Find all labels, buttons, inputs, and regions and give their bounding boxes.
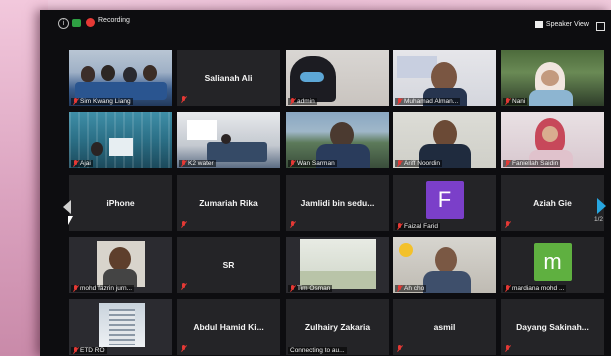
participant-tile[interactable]: Ah cho (393, 237, 496, 293)
participant-tile-active-speaker[interactable]: Ariff Noordin (393, 112, 496, 168)
participant-tile[interactable]: Abdul Hamid Ki... (177, 299, 280, 355)
mic-muted-icon (505, 98, 510, 105)
fullscreen-icon[interactable] (596, 22, 605, 31)
speaker-view-icon (534, 21, 543, 28)
mic-muted-icon (181, 345, 186, 352)
mic-muted-icon (505, 221, 510, 228)
info-icon[interactable]: i (58, 18, 69, 29)
participant-tile[interactable]: Muhamad Alman... (393, 50, 496, 106)
recording-label: Recording (98, 17, 130, 24)
meeting-topbar: i Recording Speaker View (40, 10, 611, 38)
previous-page-arrow-icon[interactable] (63, 200, 71, 214)
participant-tile[interactable]: Zumariah Rika (177, 175, 280, 231)
mic-muted-icon (290, 221, 295, 228)
participant-tile[interactable]: Dayang Sakinah... (501, 299, 604, 355)
participant-tile[interactable]: mohd fazrin jurn... (69, 237, 172, 293)
mic-muted-icon (181, 160, 186, 167)
participant-tile[interactable]: ETD RO (69, 299, 172, 355)
participant-name: Zulhairy Zakaria (304, 322, 371, 332)
participant-label: Sim Kwang Liang (71, 98, 133, 105)
participant-name: SR (222, 260, 235, 270)
participant-label: Tim Osman (288, 285, 333, 292)
participant-label: ETD RO (71, 347, 107, 354)
participant-name: Salianah Ali (204, 73, 253, 83)
mic-muted-icon (505, 345, 510, 352)
mic-muted-icon (73, 285, 78, 292)
mic-muted-icon (290, 285, 295, 292)
mic-muted-icon (505, 160, 510, 167)
participant-tile[interactable]: Tim Osman (286, 237, 389, 293)
participant-label: Ah cho (395, 285, 427, 292)
mic-muted-icon (397, 223, 402, 230)
avatar: m (533, 243, 572, 281)
participant-name: Aziah Gie (533, 198, 572, 208)
mic-muted-icon (290, 98, 295, 105)
speaker-view-button[interactable]: Speaker View (534, 21, 589, 28)
participant-label: Ajai (71, 160, 93, 167)
participant-tile[interactable]: iPhone (69, 175, 172, 231)
participant-name: Jamlidi bin sedu... (300, 198, 375, 208)
participant-label: Wan Sarman (288, 160, 337, 167)
avatar: F (425, 181, 464, 219)
participant-label: mardiana mohd ... (503, 285, 567, 292)
participant-label: mohd fazrin jurn... (71, 285, 135, 292)
mic-muted-icon (397, 98, 402, 105)
mic-muted-icon (181, 96, 186, 103)
mic-muted-icon (73, 347, 78, 354)
participant-label: Muhamad Alman... (395, 98, 461, 105)
mic-muted-icon (505, 285, 510, 292)
mic-muted-icon (397, 285, 402, 292)
participant-tile[interactable]: Faniellah Saidin (501, 112, 604, 168)
participant-tile[interactable]: Nani (501, 50, 604, 106)
participant-tile[interactable]: SR (177, 237, 280, 293)
participant-label: Faniellah Saidin (503, 160, 561, 167)
page-indicator: 1/2 (594, 216, 604, 223)
participant-label: admin (288, 98, 317, 105)
participant-tile[interactable]: K2 water (177, 112, 280, 168)
participant-tile[interactable]: Aziah Gie (501, 175, 604, 231)
participant-tile[interactable]: Jamlidi bin sedu... (286, 175, 389, 231)
mic-muted-icon (397, 345, 402, 352)
participant-name: iPhone (106, 198, 135, 208)
participant-tile[interactable]: Wan Sarman (286, 112, 389, 168)
mic-muted-icon (290, 160, 295, 167)
lock-icon[interactable] (72, 19, 81, 27)
participant-name: Dayang Sakinah... (516, 322, 589, 332)
mic-muted-icon (181, 221, 186, 228)
mic-muted-icon (73, 160, 78, 167)
speaker-view-label: Speaker View (545, 21, 589, 28)
mic-muted-icon (181, 283, 186, 290)
connecting-status: Connecting to au... (288, 347, 347, 354)
participant-tile[interactable]: F Faizal Farid (393, 175, 496, 231)
mic-muted-icon (397, 160, 402, 167)
participant-label: K2 water (179, 160, 216, 167)
participant-tile[interactable]: admin (286, 50, 389, 106)
participant-tile[interactable]: Sim Kwang Liang (69, 50, 172, 106)
participant-label: Nani (503, 98, 528, 105)
participant-tile[interactable]: Zulhairy Zakaria Connecting to au... (286, 299, 389, 355)
participant-label: Faizal Farid (395, 223, 440, 230)
participant-tile[interactable]: Ajai (69, 112, 172, 168)
participant-tile[interactable]: m mardiana mohd ... (501, 237, 604, 293)
participant-name: Abdul Hamid Ki... (193, 322, 264, 332)
raise-hand-icon (399, 243, 413, 257)
mic-muted-icon (73, 98, 78, 105)
zoom-window: i Recording Speaker View Sim Kwang Liang… (40, 10, 611, 356)
participant-name: asmil (433, 322, 456, 332)
recording-icon (86, 18, 95, 27)
mouse-cursor-icon (68, 216, 73, 225)
participant-tile[interactable]: Salianah Ali (177, 50, 280, 106)
participant-name: Zumariah Rika (199, 198, 258, 208)
next-page-arrow-icon[interactable] (597, 198, 606, 214)
participant-label: Ariff Noordin (395, 160, 443, 167)
participant-tile[interactable]: asmil (393, 299, 496, 355)
